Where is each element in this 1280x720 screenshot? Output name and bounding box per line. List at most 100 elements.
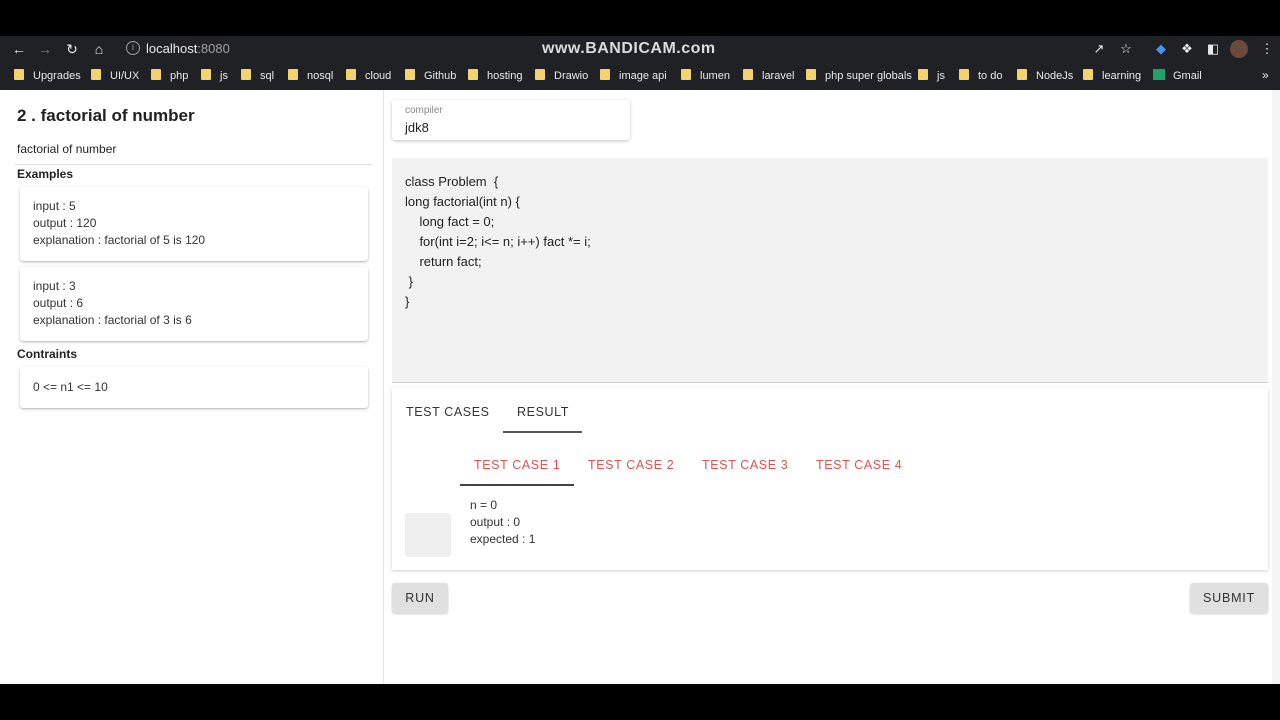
example-output: output : 120 [33, 216, 97, 230]
scrollbar[interactable] [1272, 90, 1280, 684]
folder-icon [743, 69, 753, 80]
bookmarks-bar: Upgrades UI/UX php js sql nosql cloud Gi… [0, 62, 1280, 90]
constraints-heading: Contraints [17, 347, 77, 361]
puzzle-icon[interactable]: ❖ [1178, 40, 1196, 58]
bookmark-hosting[interactable]: hosting [468, 69, 522, 83]
folder-icon [535, 69, 545, 80]
code-line: class Problem { [405, 174, 499, 189]
bookmark-php[interactable]: php [151, 69, 188, 83]
tab-test-case-3[interactable]: TEST CASE 3 [702, 458, 788, 472]
problem-title: 2 . factorial of number [17, 106, 195, 125]
bookmark-gmail[interactable]: Gmail [1153, 69, 1202, 83]
folder-icon [346, 69, 356, 80]
result-output: output : 0 [470, 515, 521, 529]
bookmark-cloud[interactable]: cloud [346, 69, 391, 83]
tab-test-case-1[interactable]: TEST CASE 1 [474, 458, 560, 472]
info-icon[interactable]: i [126, 41, 140, 55]
more-bookmarks-icon[interactable]: » [1262, 68, 1269, 82]
tab-result[interactable]: RESULT [517, 405, 569, 419]
divider [14, 164, 372, 165]
tab-test-case-4[interactable]: TEST CASE 4 [816, 458, 902, 472]
url-text: localhost:8080 [146, 41, 230, 56]
compiler-value: jdk8 [405, 120, 429, 135]
extension-icon[interactable]: ◆ [1152, 40, 1170, 58]
folder-icon [241, 69, 251, 80]
folder-icon [806, 69, 816, 80]
workspace-panel: compiler jdk8 class Problem { long facto… [392, 90, 1268, 684]
active-tab-indicator [503, 431, 582, 433]
bookmark-js-2[interactable]: js [918, 69, 945, 83]
folder-icon [600, 69, 610, 80]
status-indicator [405, 513, 451, 557]
app-page: 2 . factorial of number factorial of num… [0, 90, 1280, 684]
bookmark-learning[interactable]: learning [1083, 69, 1141, 83]
folder-icon [959, 69, 969, 80]
example-card: input : 3 output : 6 explanation : facto… [20, 267, 368, 341]
code-editor[interactable]: class Problem { long factorial(int n) { … [392, 158, 1268, 383]
example-input: input : 5 [33, 199, 76, 213]
bookmark-star-icon[interactable]: ☆ [1117, 40, 1135, 58]
share-icon[interactable]: ↗ [1090, 40, 1108, 58]
tab-test-case-2[interactable]: TEST CASE 2 [588, 458, 674, 472]
menu-icon[interactable]: ⋮ [1258, 40, 1276, 58]
folder-icon [201, 69, 211, 80]
folder-icon [288, 69, 298, 80]
back-icon[interactable]: ← [10, 40, 28, 58]
code-line: } [405, 294, 410, 309]
gmail-icon [1153, 69, 1165, 80]
bookmark-sql[interactable]: sql [241, 69, 274, 83]
bookmark-js[interactable]: js [201, 69, 228, 83]
sidepanel-icon[interactable]: ◧ [1204, 40, 1222, 58]
folder-icon [1017, 69, 1027, 80]
folder-icon [918, 69, 928, 80]
bottom-letterbox [0, 684, 1280, 720]
constraint-text: 0 <= n1 <= 10 [33, 380, 108, 394]
submit-button[interactable]: SUBMIT [1190, 583, 1268, 613]
avatar[interactable] [1230, 40, 1248, 58]
code-line: long factorial(int n) { [405, 194, 520, 209]
example-output: output : 6 [33, 296, 84, 310]
code-line: return fact; [405, 254, 482, 269]
compiler-label: compiler [405, 105, 443, 116]
home-icon[interactable]: ⌂ [90, 40, 108, 58]
example-card: input : 5 output : 120 explanation : fac… [20, 187, 368, 261]
bookmark-image-api[interactable]: image api [600, 69, 667, 83]
bookmark-lumen[interactable]: lumen [681, 69, 730, 83]
bookmark-nosql[interactable]: nosql [288, 69, 333, 83]
folder-icon [468, 69, 478, 80]
compiler-select[interactable]: compiler jdk8 [392, 100, 630, 140]
code-line: for(int i=2; i<= n; i++) fact *= i; [405, 234, 591, 249]
example-input: input : 3 [33, 279, 76, 293]
folder-icon [14, 69, 24, 80]
folder-icon [405, 69, 415, 80]
result-expected: expected : 1 [470, 532, 536, 546]
folder-icon [681, 69, 691, 80]
bookmark-drawio[interactable]: Drawio [535, 69, 588, 83]
bookmark-nodejs[interactable]: NodeJs [1017, 69, 1073, 83]
example-explanation: explanation : factorial of 3 is 6 [33, 313, 192, 327]
bookmark-github[interactable]: Github [405, 69, 456, 83]
recording-watermark: www.BANDICAM.com [542, 40, 716, 57]
folder-icon [151, 69, 161, 80]
reload-icon[interactable]: ↻ [63, 40, 81, 58]
problem-panel: 2 . factorial of number factorial of num… [0, 90, 384, 684]
forward-icon[interactable]: → [36, 40, 54, 58]
constraint-card: 0 <= n1 <= 10 [20, 367, 368, 408]
bookmark-to-do[interactable]: to do [959, 69, 1002, 83]
bookmark-php-super-globals[interactable]: php super globals [806, 69, 912, 83]
result-input: n = 0 [470, 498, 498, 512]
bookmark-laravel[interactable]: laravel [743, 69, 794, 83]
problem-description: factorial of number [17, 142, 117, 156]
bookmark-upgrades[interactable]: Upgrades [14, 69, 81, 83]
test-panel: TEST CASES RESULT TEST CASE 1 TEST CASE … [392, 388, 1268, 570]
top-letterbox [0, 0, 1280, 36]
folder-icon [1083, 69, 1093, 80]
bookmark-uiux[interactable]: UI/UX [91, 69, 139, 83]
example-explanation: explanation : factorial of 5 is 120 [33, 233, 206, 247]
run-button[interactable]: RUN [392, 583, 448, 613]
folder-icon [91, 69, 101, 80]
active-subtab-indicator [460, 484, 574, 486]
tab-test-cases[interactable]: TEST CASES [406, 405, 490, 419]
code-line: } [405, 274, 413, 289]
examples-heading: Examples [17, 167, 74, 181]
